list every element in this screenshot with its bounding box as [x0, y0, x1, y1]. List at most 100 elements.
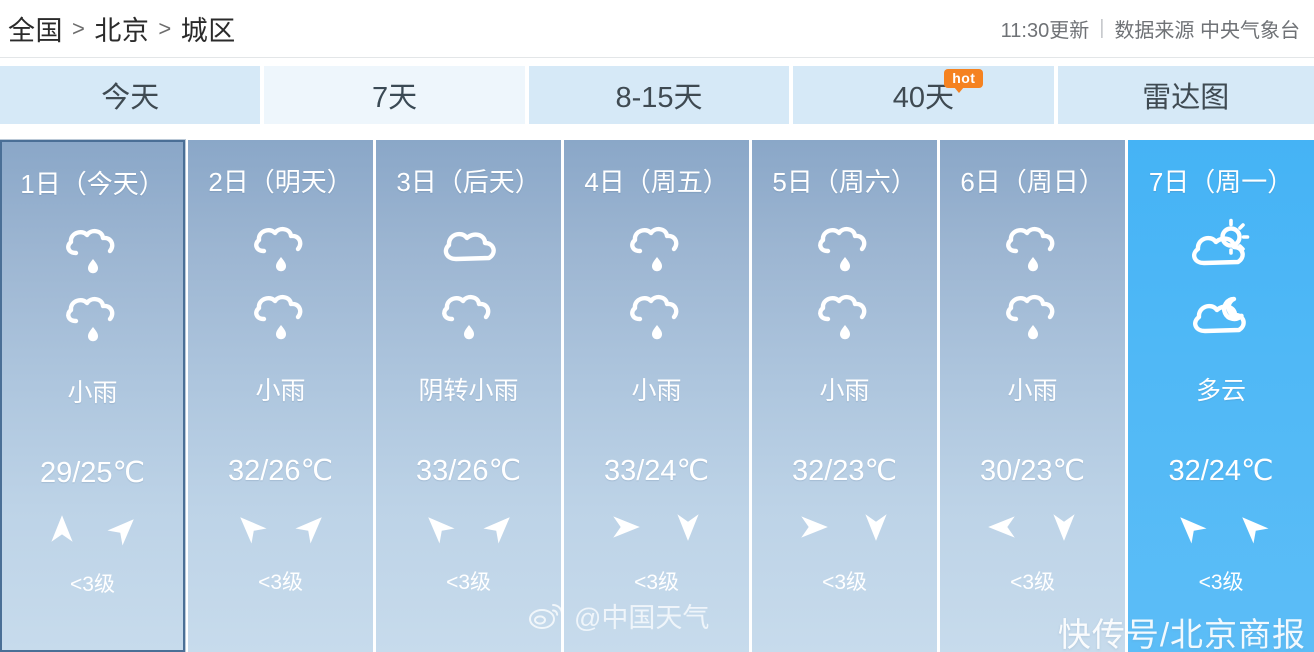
- day-title: 4日（周五）: [584, 167, 729, 197]
- condition-label: 小雨: [255, 377, 306, 405]
- wind-arrow-night-icon: [295, 510, 329, 544]
- weather-icon-group: [1184, 217, 1258, 347]
- day-title: 6日（周日）: [960, 167, 1105, 197]
- condition-label: 小雨: [1007, 377, 1058, 405]
- breadcrumb-separator-icon: >: [72, 15, 86, 41]
- data-source: 数据来源 中央气象台: [1114, 20, 1300, 42]
- weather-icon-group: [808, 217, 882, 347]
- temperature-range: 33/26℃: [415, 455, 522, 487]
- hot-badge: hot: [944, 69, 984, 93]
- rain-cloud-icon: [996, 285, 1070, 347]
- weather-icon-group: [56, 219, 130, 349]
- wind-direction-group: [233, 510, 329, 544]
- weather-icon-group: [996, 217, 1070, 347]
- wind-arrow-day-icon: [985, 510, 1019, 544]
- forecast-day-card-2[interactable]: 2日（明天） 小雨 32/26℃ <3级: [188, 140, 374, 652]
- forecast-day-list: 1日（今天） 小雨 29/25℃ <3级 2日（明天） 小雨 32/26℃ <3级 3日（后天）…: [0, 140, 1314, 652]
- tab-today[interactable]: 今天: [0, 66, 261, 124]
- rain-cloud-icon: [808, 285, 882, 347]
- weather-icon-group: [432, 217, 506, 347]
- condition-label: 小雨: [631, 377, 682, 405]
- rain-cloud-icon: [244, 217, 318, 279]
- breadcrumb-item-district[interactable]: 城区: [181, 9, 236, 48]
- condition-label: 阴转小雨: [418, 377, 519, 405]
- tab-40-days[interactable]: 40天 hot: [793, 66, 1054, 124]
- wind-arrow-night-icon: [1235, 510, 1269, 544]
- temperature-range: 32/23℃: [791, 455, 898, 487]
- wind-arrow-night-icon: [483, 510, 517, 544]
- wind-arrow-night-icon: [1047, 510, 1081, 544]
- wind-direction-group: [421, 510, 517, 544]
- forecast-day-card-6[interactable]: 6日（周日） 小雨 30/23℃ <3级: [940, 140, 1126, 652]
- forecast-day-card-4[interactable]: 4日（周五） 小雨 33/24℃ <3级: [564, 140, 750, 652]
- wind-arrow-day-icon: [1173, 510, 1207, 544]
- wind-arrow-day-icon: [609, 510, 643, 544]
- forecast-day-card-7[interactable]: 7日（周一） 多云 32/24℃ <3级: [1128, 140, 1314, 652]
- breadcrumb-separator-icon: >: [158, 15, 172, 41]
- overcast-cloud-icon: [432, 217, 506, 279]
- temperature-range: 30/23℃: [979, 455, 1086, 487]
- wind-arrow-day-icon: [233, 510, 267, 544]
- wind-level-label: <3级: [70, 573, 115, 596]
- tab-label: 雷达图: [1142, 82, 1230, 114]
- rain-cloud-icon: [56, 219, 130, 281]
- wind-arrow-night-icon: [107, 512, 141, 546]
- breadcrumb: 全国 > 北京 > 城区: [8, 9, 236, 48]
- wind-direction-group: [1173, 510, 1269, 544]
- wind-level-label: <3级: [446, 571, 492, 594]
- wind-direction-group: [985, 510, 1081, 544]
- tab-8-15-days[interactable]: 8-15天: [528, 66, 790, 124]
- tab-7-days[interactable]: 7天: [264, 66, 525, 124]
- breadcrumb-item-city[interactable]: 北京: [94, 9, 149, 48]
- rain-cloud-icon: [56, 287, 130, 349]
- wind-arrow-day-icon: [421, 510, 455, 544]
- sun-behind-cloud-icon: [1184, 217, 1258, 279]
- condition-label: 多云: [1196, 377, 1247, 405]
- temperature-range: 32/24℃: [1168, 455, 1274, 487]
- tab-label: 7天: [372, 82, 418, 114]
- wind-level-label: <3级: [258, 571, 304, 594]
- day-title: 5日（周六）: [772, 167, 917, 197]
- tab-radar-map[interactable]: 雷达图: [1057, 66, 1314, 124]
- wind-arrow-night-icon: [859, 510, 893, 544]
- forecast-day-card-3[interactable]: 3日（后天） 阴转小雨 33/26℃ <3级: [376, 140, 562, 652]
- forecast-day-card-5[interactable]: 5日（周六） 小雨 32/23℃ <3级: [752, 140, 938, 652]
- wind-direction-group: [609, 510, 705, 544]
- wind-direction-group: [45, 512, 141, 546]
- rain-cloud-icon: [996, 217, 1070, 279]
- temperature-range: 33/24℃: [603, 455, 710, 487]
- header-meta: 11:30更新 | 数据来源 中央气象台: [1001, 14, 1300, 43]
- day-title: 3日（后天）: [396, 167, 541, 197]
- tab-label: 8-15天: [615, 82, 703, 114]
- update-time: 11:30更新: [1000, 20, 1090, 42]
- condition-label: 小雨: [67, 379, 118, 407]
- breadcrumb-item-country[interactable]: 全国: [8, 9, 63, 48]
- wind-level-label: <3级: [822, 571, 868, 594]
- rain-cloud-icon: [620, 285, 694, 347]
- tab-label: 今天: [101, 82, 160, 114]
- meta-divider: |: [1099, 17, 1105, 39]
- wind-arrow-day-icon: [45, 512, 79, 546]
- moon-behind-cloud-icon: [1184, 285, 1258, 347]
- rain-cloud-icon: [244, 285, 318, 347]
- rain-cloud-icon: [808, 217, 882, 279]
- rain-cloud-icon: [432, 285, 506, 347]
- temperature-range: 32/26℃: [227, 455, 334, 487]
- forecast-day-card-1[interactable]: 1日（今天） 小雨 29/25℃ <3级: [0, 140, 186, 652]
- wind-level-label: <3级: [1010, 571, 1056, 594]
- weather-forecast-page: 全国 > 北京 > 城区 11:30更新 | 数据来源 中央气象台 今天 7天 …: [0, 0, 1314, 652]
- rain-cloud-icon: [620, 217, 694, 279]
- page-header: 全国 > 北京 > 城区 11:30更新 | 数据来源 中央气象台: [0, 0, 1314, 58]
- wind-level-label: <3级: [634, 571, 680, 594]
- wind-arrow-day-icon: [797, 510, 831, 544]
- condition-label: 小雨: [819, 377, 870, 405]
- day-title: 7日（周一）: [1148, 167, 1294, 197]
- wind-arrow-night-icon: [671, 510, 705, 544]
- temperature-range: 29/25℃: [39, 457, 146, 489]
- forecast-range-tabs: 今天 7天 8-15天 40天 hot 雷达图: [0, 66, 1314, 124]
- day-title: 2日（明天）: [208, 167, 353, 197]
- weather-icon-group: [620, 217, 694, 347]
- wind-level-label: <3级: [1198, 571, 1244, 594]
- wind-direction-group: [797, 510, 893, 544]
- day-title: 1日（今天）: [20, 169, 165, 199]
